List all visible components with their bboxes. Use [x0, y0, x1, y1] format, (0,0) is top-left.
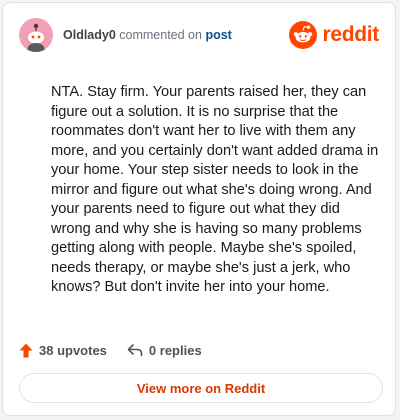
- username-link[interactable]: Oldlady0: [63, 28, 116, 42]
- post-link[interactable]: post: [205, 28, 231, 42]
- view-more-label: View more on Reddit: [136, 380, 266, 396]
- reply-button[interactable]: 0 replies: [127, 343, 202, 358]
- comment-actions: 38 upvotes 0 replies: [19, 339, 202, 361]
- upvote-button[interactable]: 38 upvotes: [19, 343, 107, 358]
- comment-body: NTA. Stay firm. Your parents raised her,…: [51, 84, 379, 295]
- commented-on-text: commented on: [119, 28, 202, 42]
- snoo-avatar-icon: [27, 23, 45, 52]
- reddit-wordmark: reddit: [322, 23, 379, 46]
- reply-arrow-icon: [127, 344, 143, 357]
- reddit-snoo-icon: [289, 21, 318, 49]
- reddit-logo[interactable]: reddit: [289, 21, 379, 49]
- upvote-arrow-icon: [19, 343, 33, 357]
- reply-count: 0 replies: [148, 342, 202, 358]
- upvote-count: 38 upvotes: [39, 342, 107, 358]
- view-more-on-reddit-button[interactable]: View more on Reddit: [19, 373, 383, 403]
- comment-header: Oldlady0 commented on post reddit: [19, 17, 379, 53]
- comment-embed-card: Oldlady0 commented on post reddit NTA. S…: [2, 2, 396, 416]
- user-avatar[interactable]: [19, 18, 53, 52]
- comment-byline: Oldlady0 commented on post: [63, 28, 232, 42]
